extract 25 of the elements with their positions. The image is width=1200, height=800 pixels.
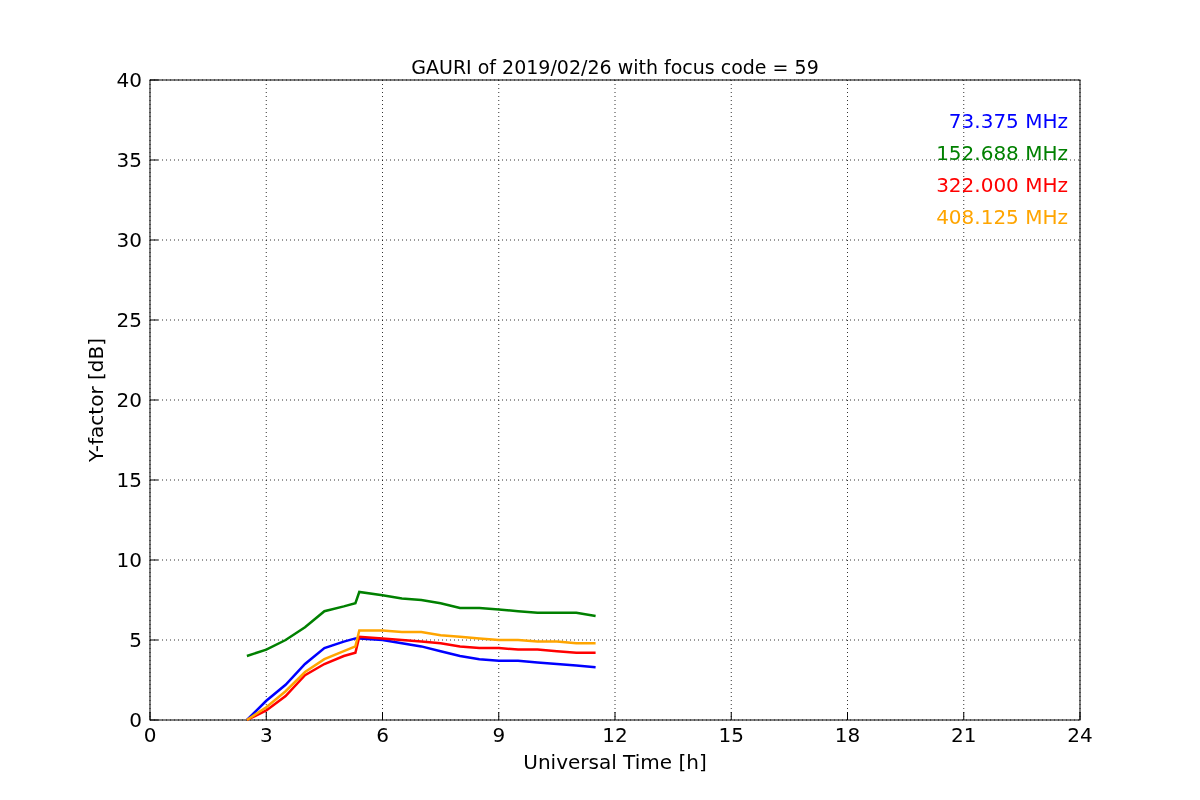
chart-title: GAURI of 2019/02/26 with focus code = 59 xyxy=(411,56,819,78)
x-tick-label: 18 xyxy=(834,723,861,747)
x-axis-label: Universal Time [h] xyxy=(523,750,707,774)
x-tick-label: 12 xyxy=(602,723,628,747)
x-tick-label: 3 xyxy=(259,723,273,747)
y-tick-label: 25 xyxy=(116,308,142,332)
x-tick-label: 6 xyxy=(376,723,389,747)
y-tick-label: 5 xyxy=(129,628,142,652)
y-tick-label: 10 xyxy=(116,548,142,572)
x-tick-label: 21 xyxy=(951,723,977,747)
y-tick-label: 0 xyxy=(129,708,142,732)
legend-label: 152.688 MHz xyxy=(936,141,1068,165)
x-tick-label: 15 xyxy=(718,723,744,747)
y-axis-label: Y-factor [dB] xyxy=(84,338,108,462)
y-tick-label: 20 xyxy=(116,388,142,412)
legend-label: 408.125 MHz xyxy=(936,205,1068,229)
x-tick-label: 0 xyxy=(143,723,157,747)
y-tick-label: 15 xyxy=(116,468,142,492)
x-tick-label: 24 xyxy=(1067,723,1093,747)
legend-label: 322.000 MHz xyxy=(936,173,1068,197)
x-tick-label: 9 xyxy=(492,723,506,747)
y-tick-label: 30 xyxy=(116,228,142,252)
y-tick-label: 35 xyxy=(116,148,142,172)
y-tick-label: 40 xyxy=(116,68,142,92)
legend-label: 73.375 MHz xyxy=(948,109,1068,133)
